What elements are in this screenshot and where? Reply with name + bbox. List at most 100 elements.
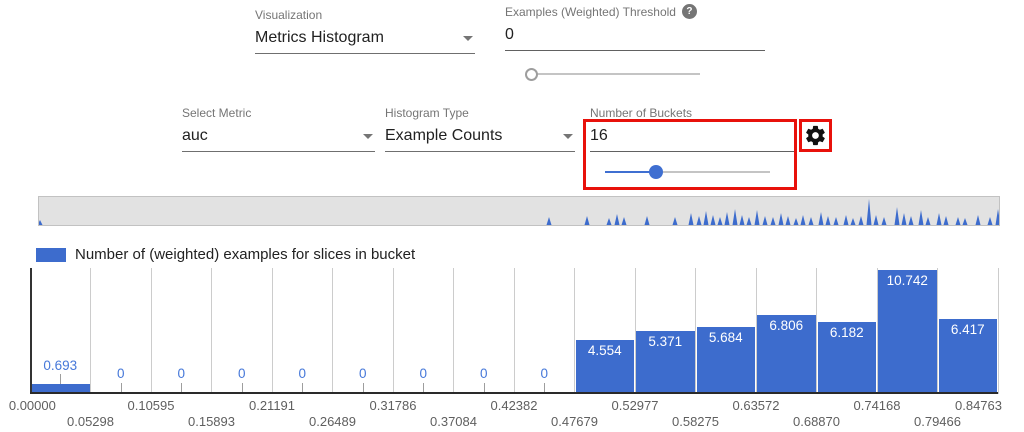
x-axis-tick-label: 0.68870 xyxy=(793,414,840,429)
histogram-bar[interactable] xyxy=(31,384,90,392)
select-metric-select[interactable]: Select Metric auc xyxy=(182,106,375,152)
num-buckets-input[interactable]: 16 xyxy=(590,127,608,145)
annotation-stem xyxy=(242,383,243,392)
chart-legend: Number of (weighted) examples for slices… xyxy=(36,246,415,263)
bar-value-label: 6.182 xyxy=(817,325,878,340)
plot-area[interactable]: 0.693000000004.5545.3715.6846.8066.18210… xyxy=(30,268,998,394)
overview-spike xyxy=(895,207,900,225)
bar-value-label: 5.684 xyxy=(696,330,757,345)
histogram-chart[interactable]: 0.693000000004.5545.3715.6846.8066.18210… xyxy=(30,268,998,432)
x-axis-line xyxy=(30,392,998,394)
slider-track[interactable] xyxy=(527,73,700,75)
overview-spike xyxy=(996,209,1000,225)
chevron-down-icon[interactable] xyxy=(363,134,373,139)
overview-spike xyxy=(794,218,799,225)
overview-spike xyxy=(882,217,887,225)
num-buckets-slider[interactable] xyxy=(605,165,770,179)
bar-value-label: 4.554 xyxy=(575,343,636,358)
visualization-select[interactable]: Visualization Metrics Histogram xyxy=(255,8,475,54)
overview-spike xyxy=(851,218,856,225)
metrics-histogram-panel: Visualization Metrics Histogram Examples… xyxy=(0,0,1024,432)
bar-value-label: 5.371 xyxy=(635,334,696,349)
overview-spike xyxy=(919,210,924,225)
overview-spike xyxy=(779,213,784,225)
gridline xyxy=(635,268,636,394)
threshold-slider[interactable] xyxy=(527,67,700,81)
gridline xyxy=(574,268,575,394)
overview-spike xyxy=(755,210,760,225)
overview-spike xyxy=(689,213,694,225)
x-axis-tick-label: 0.15893 xyxy=(188,414,235,429)
threshold-field[interactable]: Examples (Weighted) Threshold ? 0 xyxy=(505,4,765,51)
overview-spike xyxy=(704,211,709,225)
chevron-down-icon[interactable] xyxy=(463,36,473,41)
gridline xyxy=(393,268,394,394)
bar-value-label: 0 xyxy=(161,366,201,381)
gridline xyxy=(272,268,273,394)
overview-spike xyxy=(944,216,949,225)
annotation-stem xyxy=(121,383,122,392)
overview-spike xyxy=(988,217,993,225)
gear-icon xyxy=(804,124,827,147)
annotation-stem xyxy=(484,383,485,392)
overview-spike xyxy=(697,216,702,225)
overview-spike xyxy=(902,213,907,225)
x-axis-tick-label: 0.00000 xyxy=(9,398,56,413)
settings-button[interactable] xyxy=(799,119,832,152)
histogram-type-label: Histogram Type xyxy=(385,106,575,120)
num-buckets-field[interactable]: Number of Buckets 16 xyxy=(590,106,794,152)
gridline xyxy=(514,268,515,394)
overview-spike xyxy=(937,213,942,225)
overview-spike xyxy=(615,214,620,225)
legend-swatch xyxy=(36,248,66,262)
overview-strip[interactable] xyxy=(38,196,1000,226)
x-axis-tick-label: 0.31786 xyxy=(370,398,417,413)
overview-spike xyxy=(622,217,627,225)
histogram-bar[interactable] xyxy=(878,270,937,392)
slider-thumb[interactable] xyxy=(649,165,663,179)
bar-value-label: 0 xyxy=(464,366,504,381)
overview-spike xyxy=(909,216,914,225)
overview-spike xyxy=(585,216,590,225)
legend-label: Number of (weighted) examples for slices… xyxy=(75,246,415,263)
overview-spike xyxy=(867,199,872,225)
chevron-down-icon[interactable] xyxy=(563,134,573,139)
overview-spike xyxy=(956,217,961,225)
bar-value-label: 0 xyxy=(403,366,443,381)
overview-spike xyxy=(645,216,650,225)
overview-spike xyxy=(733,209,738,225)
select-metric-value: auc xyxy=(182,127,208,145)
overview-spike xyxy=(809,217,814,225)
overview-spike xyxy=(926,217,931,225)
bar-value-label: 0 xyxy=(524,366,564,381)
overview-spike xyxy=(718,217,723,225)
overview-spike xyxy=(673,217,678,225)
annotation-stem xyxy=(181,383,182,392)
overview-spike xyxy=(786,216,791,225)
threshold-input[interactable]: 0 xyxy=(505,26,514,44)
overview-spike xyxy=(859,216,864,225)
threshold-label: Examples (Weighted) Threshold xyxy=(505,5,676,19)
overview-spike xyxy=(763,216,768,225)
visualization-label: Visualization xyxy=(255,8,475,22)
histogram-type-select[interactable]: Histogram Type Example Counts xyxy=(385,106,575,152)
overview-spike xyxy=(725,212,730,225)
bar-value-label: 0.693 xyxy=(30,358,90,373)
overview-spike xyxy=(39,220,43,225)
num-buckets-label: Number of Buckets xyxy=(590,106,794,120)
x-axis-tick-label: 0.26489 xyxy=(309,414,356,429)
x-axis-tick-label: 0.63572 xyxy=(733,398,780,413)
x-axis-tick-label: 0.10595 xyxy=(128,398,175,413)
bar-value-label: 0 xyxy=(101,366,141,381)
gridline xyxy=(453,268,454,394)
overview-spike xyxy=(963,218,968,225)
help-icon[interactable]: ? xyxy=(682,4,697,19)
annotation-stem xyxy=(544,383,545,392)
annotation-stem xyxy=(363,383,364,392)
x-axis-tick-label: 0.58275 xyxy=(672,414,719,429)
slider-thumb[interactable] xyxy=(525,68,538,81)
bar-value-label: 0 xyxy=(282,366,322,381)
overview-spike xyxy=(976,215,981,225)
overview-sparkline xyxy=(39,197,999,225)
x-axis-tick-label: 0.74168 xyxy=(854,398,901,413)
